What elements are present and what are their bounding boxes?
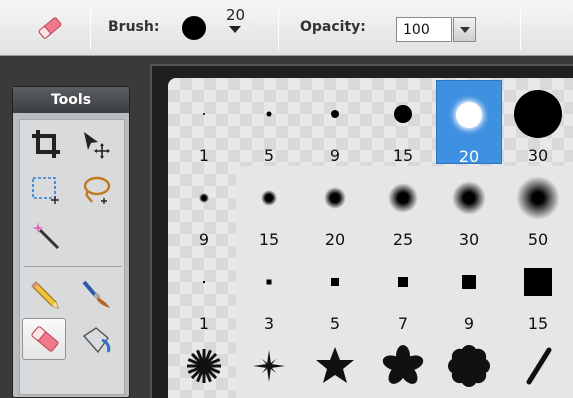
options-bar: Brush: 20 Opacity:: [0, 0, 573, 56]
brush-preset-soft-round-9[interactable]: 9: [171, 164, 237, 249]
eraser-icon: [31, 326, 59, 352]
opacity-dropdown-button[interactable]: [453, 17, 476, 42]
paint-bucket-tool[interactable]: [74, 320, 118, 360]
brush-size-value[interactable]: 20: [226, 6, 245, 24]
brush-size-label: 25: [392, 230, 414, 249]
tools-panel: Tools: [12, 86, 130, 398]
brush-preset-square-15[interactable]: 15: [505, 248, 571, 333]
star-5-brush-icon: [315, 346, 355, 390]
opacity-input[interactable]: [396, 17, 452, 42]
soft-round-brush-preview: [199, 193, 209, 203]
marquee-select-icon: [32, 177, 59, 204]
brush-preset-square-9[interactable]: 9: [436, 248, 502, 333]
separator: [520, 6, 521, 50]
brush-preset-slash[interactable]: [505, 332, 571, 398]
brush-size-label: 1: [198, 146, 210, 165]
slash-brush-icon: [523, 346, 553, 390]
move-tool[interactable]: [74, 124, 118, 164]
crop-tool[interactable]: [24, 124, 68, 164]
tools-divider: [24, 266, 122, 267]
eraser-tool[interactable]: [22, 318, 66, 360]
brush-size-label: 30: [458, 230, 480, 249]
brush-preset-square-7[interactable]: 7: [370, 248, 436, 333]
brush-size-label: 3: [263, 314, 275, 333]
brush-size-label: 15: [392, 146, 414, 165]
brush-size-label: 9: [198, 230, 210, 249]
magic-wand-tool[interactable]: [24, 216, 68, 256]
brush-picker-arrow[interactable]: [229, 26, 241, 33]
brush-icon: [82, 280, 110, 308]
square-brush-preview: [266, 279, 272, 285]
square-brush-preview: [203, 281, 205, 283]
brush-size-label: 15: [258, 230, 280, 249]
soft-round-brush-preview: [324, 187, 346, 209]
brush-size-label: 30: [527, 146, 549, 165]
brush-size-label: 5: [263, 146, 275, 165]
brush-size-label: 7: [397, 314, 409, 333]
brush-preset-soft-round-20[interactable]: 20: [302, 164, 368, 249]
brush-preset-hard-round-5[interactable]: 5: [236, 80, 302, 165]
square-brush-preview: [398, 277, 408, 287]
brush-preset-soft-round-30[interactable]: 30: [436, 164, 502, 249]
brush-preset-hard-round-9[interactable]: 9: [302, 80, 368, 165]
opacity-label: Opacity:: [300, 19, 366, 35]
magic-wand-icon: [32, 222, 60, 250]
brush-preset-square-1[interactable]: 1: [171, 248, 237, 333]
brush-preset-soft-round-50[interactable]: 50: [505, 164, 571, 249]
brush-preset-starburst-thin[interactable]: [236, 332, 302, 398]
pencil-tool[interactable]: [24, 274, 68, 314]
separator: [278, 6, 279, 50]
brush-preset-soft-round-25[interactable]: 25: [370, 164, 436, 249]
brush-size-label: 50: [527, 230, 549, 249]
brush-size-label: 9: [463, 314, 475, 333]
starburst-thin-brush-icon: [252, 349, 286, 387]
tools-grid: [19, 119, 125, 395]
brush-preset-starburst-8[interactable]: [171, 332, 237, 398]
brush-tool[interactable]: [74, 274, 118, 314]
brush-preset-square-3[interactable]: 3: [236, 248, 302, 333]
pencil-icon: [31, 281, 59, 309]
move-icon: [84, 132, 110, 159]
brush-preset-hard-round-15[interactable]: 15: [370, 80, 436, 165]
separator: [90, 6, 91, 50]
square-brush-preview: [331, 278, 339, 286]
brush-preset-hard-round-1[interactable]: 1: [171, 80, 237, 165]
hard-round-brush-preview: [266, 111, 272, 117]
brush-preset-square-5[interactable]: 5: [302, 248, 368, 333]
hard-round-brush-preview: [456, 102, 482, 128]
brush-preset-soft-round-15[interactable]: 15: [236, 164, 302, 249]
brush-size-label: 1: [198, 314, 210, 333]
soft-round-brush-preview: [261, 190, 277, 206]
crop-icon: [32, 130, 60, 158]
brush-size-label: 20: [324, 230, 346, 249]
soft-round-brush-preview: [516, 176, 560, 220]
paint-bucket-icon: [82, 327, 111, 354]
tools-panel-title: Tools: [13, 87, 129, 113]
square-brush-preview: [462, 275, 476, 289]
hard-round-brush-preview: [203, 113, 205, 115]
hard-round-brush-preview: [514, 90, 562, 138]
soft-round-brush-preview: [388, 183, 418, 213]
eraser-icon[interactable]: [36, 14, 64, 42]
brush-preset-star-5[interactable]: [302, 332, 368, 398]
soft-round-brush-preview: [452, 181, 486, 215]
brush-size-label: 5: [329, 314, 341, 333]
hard-round-brush-preview: [331, 110, 339, 118]
brush-preset-flower-5[interactable]: [370, 332, 436, 398]
brush-size-label: 9: [329, 146, 341, 165]
brush-size-label: 15: [527, 314, 549, 333]
flower-8-brush-icon: [446, 343, 492, 393]
hard-round-brush-preview: [394, 105, 412, 123]
lasso-tool[interactable]: [74, 170, 118, 210]
starburst-8-brush-icon: [185, 347, 223, 389]
marquee-tool[interactable]: [24, 170, 68, 210]
brush-preview[interactable]: [182, 16, 206, 40]
brush-label: Brush:: [108, 19, 160, 35]
brush-preset-hard-round-30[interactable]: 30: [505, 80, 571, 165]
brush-preset-flower-8[interactable]: [436, 332, 502, 398]
brush-preset-hard-round-20[interactable]: 20: [436, 80, 502, 166]
lasso-icon: [83, 176, 111, 204]
flower-5-brush-icon: [381, 344, 425, 392]
square-brush-preview: [524, 268, 552, 296]
